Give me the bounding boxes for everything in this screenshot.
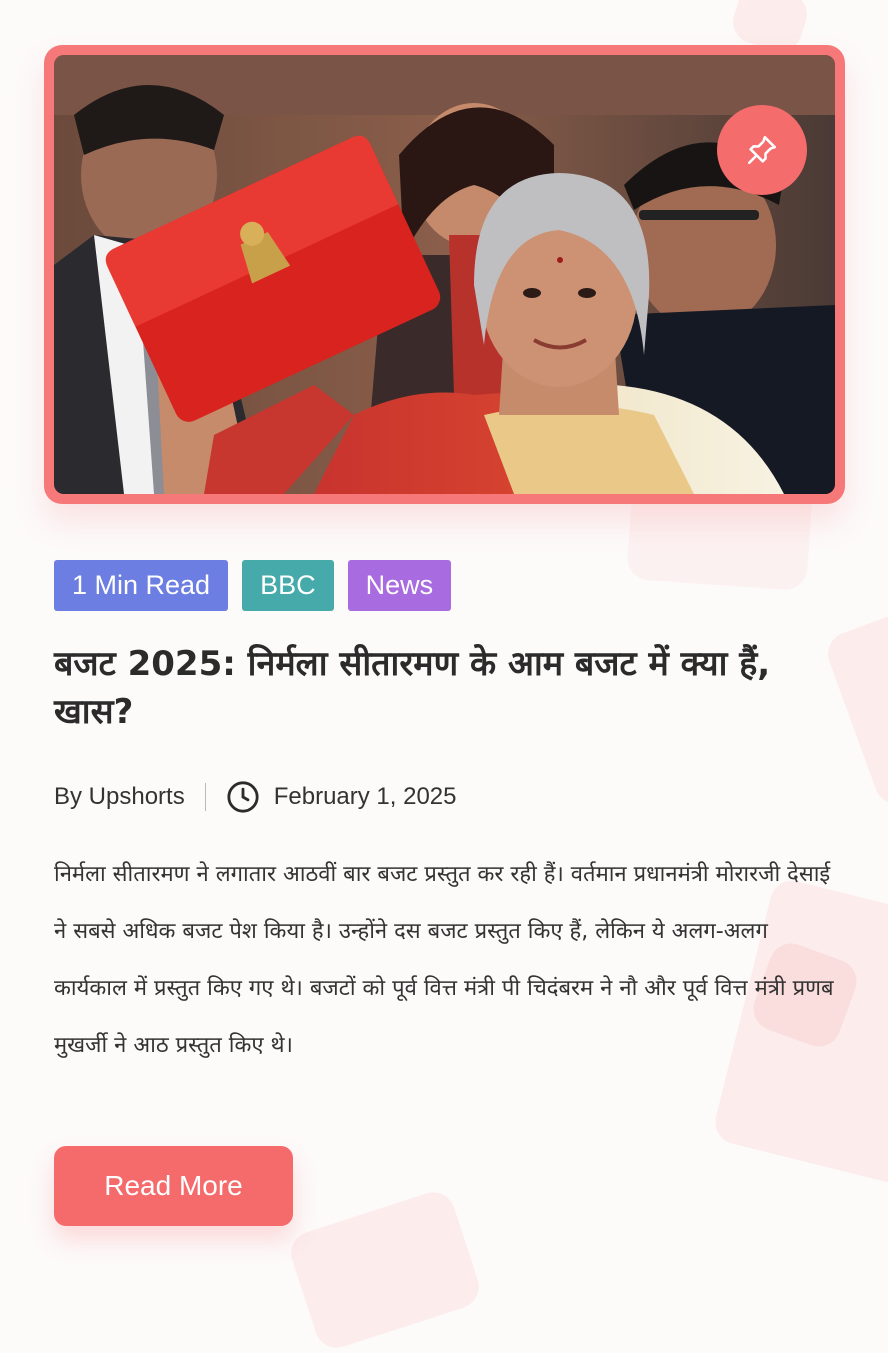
author-name[interactable]: By Upshorts bbox=[54, 783, 185, 811]
article-title[interactable]: बजट 2025: निर्मला सीतारमण के आम बजट में … bbox=[54, 640, 834, 736]
pin-button[interactable] bbox=[717, 105, 807, 195]
clock-icon bbox=[226, 780, 260, 814]
meta-divider bbox=[204, 783, 206, 811]
publish-date: February 1, 2025 bbox=[273, 783, 457, 810]
tag-category[interactable]: News bbox=[347, 560, 452, 611]
article-excerpt: निर्मला सीतारमण ने लगातार आठवीं बार बजट … bbox=[54, 862, 834, 1058]
article-meta: By Upshorts February 1, 2025 bbox=[54, 778, 457, 816]
tag-source[interactable]: BBC bbox=[242, 560, 334, 611]
featured-image-card[interactable] bbox=[44, 45, 845, 504]
background-decoration bbox=[285, 1186, 485, 1353]
featured-photo bbox=[54, 55, 835, 494]
tag-read-time[interactable]: 1 Min Read bbox=[54, 560, 229, 611]
tag-list: 1 Min Read BBC News bbox=[54, 560, 452, 611]
read-more-button[interactable]: Read More bbox=[54, 1146, 293, 1226]
pushpin-icon bbox=[745, 133, 779, 167]
featured-image bbox=[54, 55, 835, 494]
